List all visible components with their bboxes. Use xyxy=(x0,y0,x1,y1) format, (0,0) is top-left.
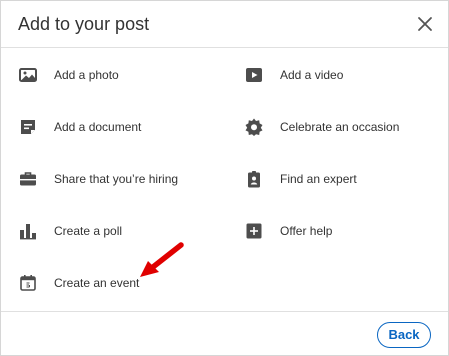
photo-icon xyxy=(19,66,37,84)
dialog-footer: Back xyxy=(1,311,448,356)
document-icon xyxy=(19,118,37,136)
dialog-title: Add to your post xyxy=(18,14,150,34)
option-label: Add a video xyxy=(280,68,344,82)
option-add-photo[interactable]: Add a photo xyxy=(19,63,119,87)
option-label: Find an expert xyxy=(280,172,357,186)
red-arrow-annotation-icon xyxy=(140,242,184,277)
option-label: Celebrate an occasion xyxy=(280,120,400,134)
option-add-document[interactable]: Add a document xyxy=(19,115,141,139)
add-to-post-dialog: Add to your post Add a photo Add a video… xyxy=(0,0,449,356)
option-create-event[interactable]: Create an event xyxy=(19,271,139,295)
option-label: Create an event xyxy=(54,276,140,290)
option-label: Share that you’re hiring xyxy=(54,172,179,186)
option-label: Add a document xyxy=(54,120,142,134)
briefcase-icon xyxy=(19,170,37,188)
offer-help-icon xyxy=(245,222,263,240)
poll-icon xyxy=(19,222,37,240)
option-label: Create a poll xyxy=(54,224,123,238)
back-button[interactable]: Back xyxy=(377,322,431,348)
option-add-video[interactable]: Add a video xyxy=(245,63,343,87)
post-options-grid: Add a photo Add a video Add a document C… xyxy=(1,49,448,309)
celebrate-icon xyxy=(245,118,263,136)
close-icon[interactable] xyxy=(416,15,434,33)
option-share-hiring[interactable]: Share that you’re hiring xyxy=(19,167,178,191)
option-create-poll[interactable]: Create a poll xyxy=(19,219,122,243)
dialog-header: Add to your post xyxy=(1,1,448,48)
expert-badge-icon xyxy=(245,170,263,188)
option-find-expert[interactable]: Find an expert xyxy=(245,167,357,191)
option-label: Add a photo xyxy=(54,68,119,82)
option-label: Offer help xyxy=(280,224,333,238)
option-celebrate-occasion[interactable]: Celebrate an occasion xyxy=(245,115,399,139)
video-icon xyxy=(245,66,263,84)
calendar-icon xyxy=(19,274,37,292)
option-offer-help[interactable]: Offer help xyxy=(245,219,332,243)
